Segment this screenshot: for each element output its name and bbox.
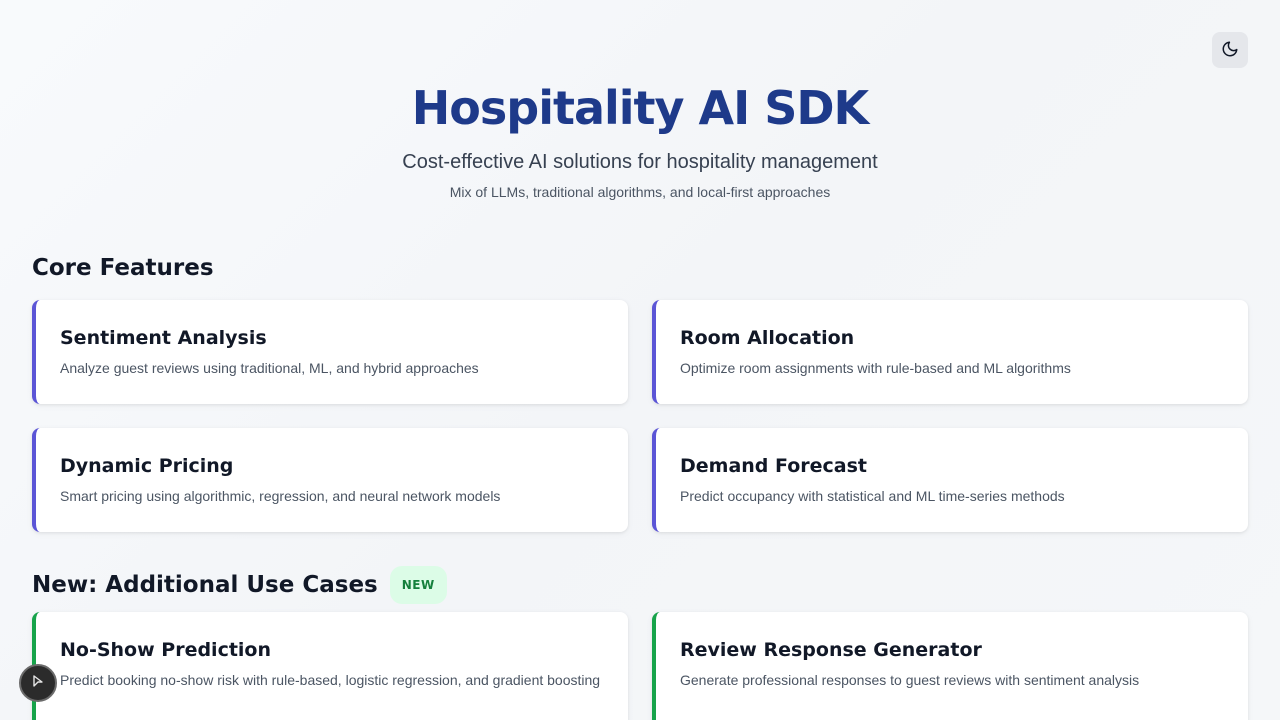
- cursor-icon: [31, 674, 45, 693]
- card-description: Predict occupancy with statistical and M…: [680, 488, 1065, 504]
- card-title: No-Show Prediction: [60, 639, 272, 661]
- card-description: Generate professional responses to guest…: [680, 672, 1140, 688]
- card-demand-forecast[interactable]: Demand Forecast Predict occupancy with s…: [652, 428, 1248, 532]
- core-features-title: Core Features: [32, 255, 214, 281]
- card-title: Demand Forecast: [680, 455, 868, 477]
- theme-toggle-button[interactable]: [1212, 32, 1248, 68]
- card-title: Sentiment Analysis: [60, 327, 267, 349]
- new-use-cases-title: New: Additional Use Cases: [32, 572, 378, 598]
- page-header: Hospitality AI SDK Cost-effective AI sol…: [0, 80, 1280, 201]
- card-description: Predict booking no-show risk with rule-b…: [60, 672, 601, 688]
- core-features-heading: Core Features: [32, 254, 214, 282]
- moon-icon: [1221, 40, 1239, 61]
- page-title: Hospitality AI SDK: [411, 81, 869, 135]
- card-description: Smart pricing using algorithmic, regress…: [60, 488, 501, 504]
- card-dynamic-pricing[interactable]: Dynamic Pricing Smart pricing using algo…: [32, 428, 628, 532]
- card-title: Dynamic Pricing: [60, 455, 234, 477]
- new-badge: NEW: [389, 566, 447, 604]
- page-subtitle: Cost-effective AI solutions for hospital…: [402, 151, 878, 173]
- card-no-show-prediction[interactable]: No-Show Prediction Predict booking no-sh…: [32, 612, 628, 720]
- card-description: Analyze guest reviews using traditional,…: [60, 360, 479, 376]
- card-title: Review Response Generator: [680, 639, 982, 661]
- new-use-cases-heading: New: Additional Use Cases NEW: [32, 566, 447, 604]
- card-room-allocation[interactable]: Room Allocation Optimize room assignment…: [652, 300, 1248, 404]
- card-sentiment-analysis[interactable]: Sentiment Analysis Analyze guest reviews…: [32, 300, 628, 404]
- card-title: Room Allocation: [680, 327, 855, 349]
- card-description: Optimize room assignments with rule-base…: [680, 360, 1071, 376]
- card-review-response-generator[interactable]: Review Response Generator Generate profe…: [652, 612, 1248, 720]
- page-tagline: Mix of LLMs, traditional algorithms, and…: [449, 184, 831, 200]
- floating-action-button[interactable]: [19, 664, 57, 702]
